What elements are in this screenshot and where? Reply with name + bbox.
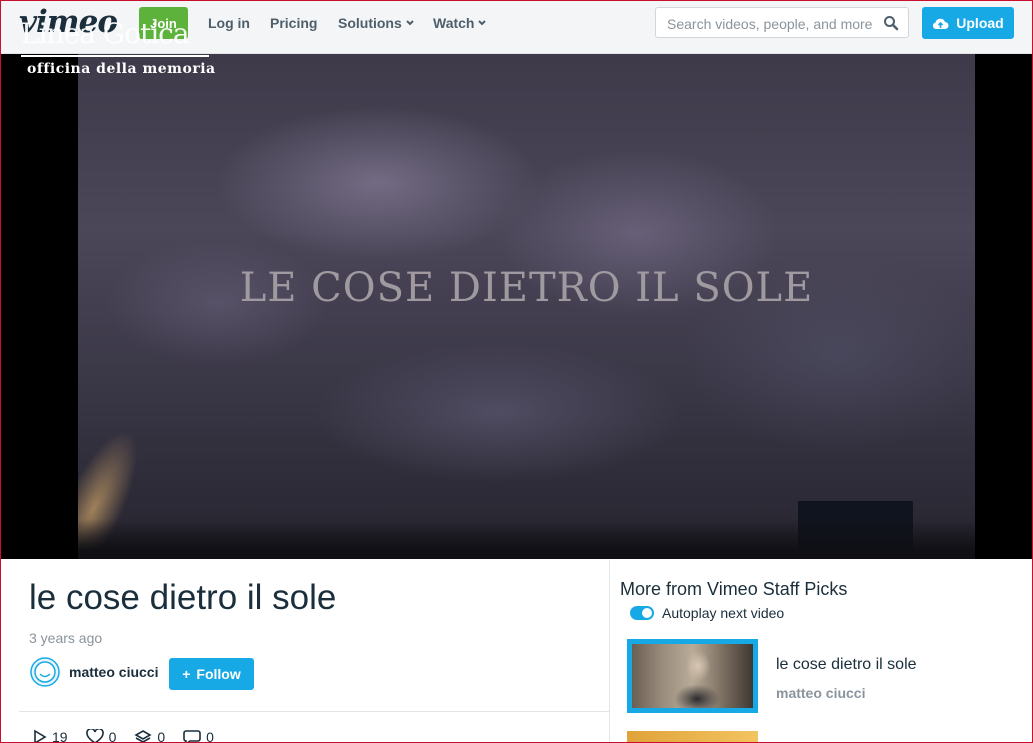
solutions-label: Solutions — [338, 15, 402, 31]
video-player[interactable]: LE COSE DIETRO IL SOLE — [1, 1, 1032, 559]
vimeo-logo[interactable]: vimeo — [19, 4, 118, 40]
comment-icon — [183, 730, 201, 742]
video-title: le cose dietro il sole — [29, 578, 337, 617]
related-video-title[interactable]: le cose dietro il sole — [776, 656, 917, 674]
follow-button[interactable]: + Follow — [169, 658, 254, 690]
upload-button[interactable]: Upload — [922, 7, 1014, 39]
solutions-menu[interactable]: Solutions — [338, 15, 414, 31]
search-input[interactable] — [665, 13, 879, 35]
search-icon[interactable] — [883, 15, 899, 31]
likes-count: 0 — [108, 729, 117, 743]
watch-label: Watch — [433, 15, 475, 31]
login-link[interactable]: Log in — [208, 15, 250, 31]
upload-label: Upload — [956, 15, 1004, 31]
avatar-icon[interactable] — [30, 657, 60, 687]
video-frame[interactable]: LE COSE DIETRO IL SOLE — [78, 53, 975, 559]
related-video-owner[interactable]: matteo ciucci — [776, 685, 865, 701]
tree-silhouette — [78, 519, 975, 559]
join-button[interactable]: Join — [139, 7, 188, 39]
layers-icon — [134, 730, 152, 742]
pricing-link[interactable]: Pricing — [270, 15, 317, 31]
heart-icon — [85, 729, 104, 742]
plays-stat: 19 — [33, 729, 68, 743]
owner-name[interactable]: matteo ciucci — [69, 664, 158, 680]
follow-label: Follow — [196, 666, 241, 682]
video-overlay-title: LE COSE DIETRO IL SOLE — [239, 265, 814, 311]
autoplay-row[interactable]: Autoplay next video — [630, 605, 784, 621]
upload-time: 3 years ago — [29, 630, 103, 646]
cloud-upload-icon — [933, 18, 949, 29]
likes-stat[interactable]: 0 — [85, 729, 117, 743]
thumbnail-image — [632, 644, 753, 708]
chevron-down-icon — [478, 20, 487, 26]
next-video-thumbnail[interactable] — [627, 731, 758, 742]
watch-menu[interactable]: Watch — [433, 15, 487, 31]
top-navigation: vimeo Join Log in Pricing Solutions Watc… — [1, 1, 1032, 54]
video-stats: 19 0 0 0 — [33, 729, 214, 743]
search-box — [655, 7, 909, 38]
column-divider — [609, 560, 610, 742]
comments-count: 0 — [206, 729, 214, 743]
autoplay-label: Autoplay next video — [662, 605, 785, 621]
plus-icon: + — [182, 666, 191, 682]
page-frame: LE COSE DIETRO IL SOLE vimeo Join Log in… — [0, 0, 1033, 743]
comments-stat[interactable]: 0 — [183, 729, 214, 743]
section-divider — [19, 711, 609, 712]
autoplay-toggle[interactable] — [630, 606, 654, 620]
collections-count: 0 — [157, 729, 166, 743]
play-icon — [34, 729, 47, 742]
sidebar-title: More from Vimeo Staff Picks — [620, 579, 848, 599]
plays-count: 19 — [52, 729, 68, 743]
collections-stat[interactable]: 0 — [134, 729, 166, 743]
chevron-down-icon — [406, 20, 414, 26]
video-thumbnail[interactable] — [627, 639, 758, 713]
